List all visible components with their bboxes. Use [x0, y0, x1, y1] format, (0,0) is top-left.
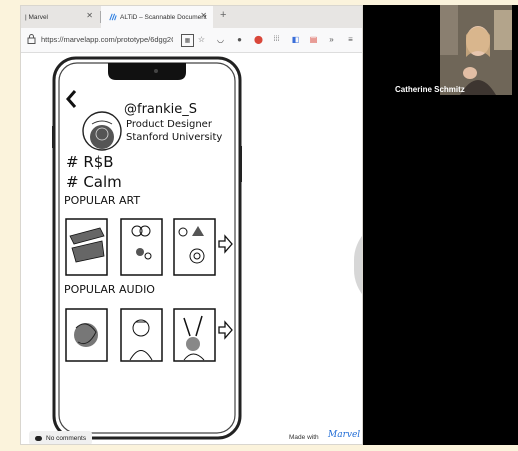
- qr-icon[interactable]: ▦: [181, 34, 194, 47]
- tab-label: | Marvel: [25, 13, 48, 21]
- next-screen-handle[interactable]: [354, 220, 362, 310]
- extension-notify-icon[interactable]: ▤: [308, 34, 319, 45]
- tab-marvel[interactable]: | Marvel ✕: [21, 6, 99, 28]
- art-card[interactable]: [173, 218, 216, 276]
- art-card[interactable]: [120, 218, 163, 276]
- made-with-label: Made with: [289, 434, 319, 441]
- close-icon[interactable]: ✕: [200, 11, 207, 20]
- section-title-art: POPULAR ART: [64, 194, 140, 207]
- extension-grid-icon[interactable]: ⁞⁞⁞: [271, 34, 282, 45]
- audio-card[interactable]: [173, 308, 216, 362]
- browser-window: | Marvel ✕ ALTiD – Scannable Document ✕ …: [20, 5, 363, 445]
- participant-name: Catherine Schmitz: [395, 85, 465, 94]
- tab-bar: | Marvel ✕ ALTiD – Scannable Document ✕ …: [21, 6, 362, 28]
- pocket-icon[interactable]: ◡: [215, 34, 226, 45]
- audio-card[interactable]: [120, 308, 163, 362]
- url-field[interactable]: https://marvelapp.com/prototype/6dgg2C: [41, 35, 173, 44]
- extension-shield-icon[interactable]: ●: [234, 34, 245, 45]
- participant-video-image: [440, 5, 512, 95]
- art-card[interactable]: [65, 218, 108, 276]
- extension-red-icon[interactable]: ⬤: [253, 34, 264, 45]
- comments-button[interactable]: No comments: [29, 431, 93, 444]
- profile-handle: @frankie_S: [124, 102, 197, 117]
- section-title-audio: POPULAR AUDIO: [64, 283, 155, 296]
- audio-card[interactable]: [65, 308, 108, 362]
- profile-role: Product Designer: [126, 119, 213, 130]
- phone-mockup: @frankie_S Product Designer Stanford Uni…: [52, 56, 242, 440]
- marvel-logo[interactable]: Marvel: [328, 430, 360, 440]
- menu-icon[interactable]: ≡: [345, 34, 356, 45]
- comment-bubble-icon: [35, 435, 42, 441]
- tab-altid[interactable]: ALTiD – Scannable Document ✕: [101, 6, 213, 28]
- marvel-icon: [109, 13, 117, 21]
- prototype-page: @frankie_S Product Designer Stanford Uni…: [21, 53, 362, 444]
- overflow-chevron-icon[interactable]: »: [326, 34, 337, 45]
- tag-rsb: # R$B: [66, 153, 114, 171]
- comments-label: No comments: [46, 434, 87, 442]
- lock-icon: [27, 34, 36, 44]
- participant-video[interactable]: [440, 5, 512, 95]
- extension-blue-icon[interactable]: ◧: [290, 34, 301, 45]
- tag-calm: # Calm: [66, 173, 122, 191]
- bookmark-star-icon[interactable]: ☆: [196, 34, 207, 45]
- close-icon[interactable]: ✕: [86, 11, 93, 20]
- new-tab-button[interactable]: +: [220, 9, 226, 21]
- tab-label: ALTiD – Scannable Document: [120, 13, 207, 21]
- profile-school: Stanford University: [126, 132, 222, 143]
- address-bar: https://marvelapp.com/prototype/6dgg2C ▦…: [21, 28, 362, 53]
